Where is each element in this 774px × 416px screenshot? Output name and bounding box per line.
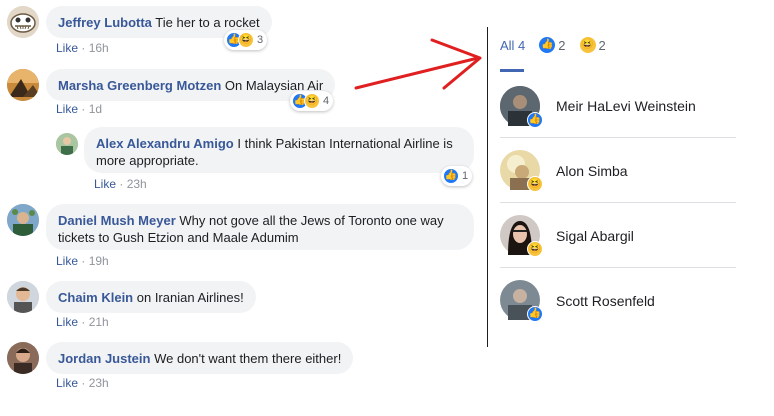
- comment-author[interactable]: Alex Alexandru Amigo: [96, 136, 234, 151]
- comment-author[interactable]: Jordan Justein: [58, 351, 150, 366]
- haha-icon: 😆: [304, 93, 320, 109]
- tab-like[interactable]: 👍 2: [539, 37, 566, 53]
- like-link[interactable]: Like: [56, 254, 78, 268]
- comment-meta: Like · 1d: [56, 102, 102, 116]
- dot-separator: ·: [119, 177, 124, 191]
- timestamp[interactable]: 23h: [89, 376, 109, 390]
- comment-text: Tie her to a rocket: [155, 15, 260, 30]
- dot-separator: ·: [81, 102, 86, 116]
- dot-separator: ·: [81, 254, 86, 268]
- like-icon: 👍: [527, 112, 543, 128]
- comment-author[interactable]: Marsha Greenberg Motzen: [58, 78, 221, 93]
- timestamp[interactable]: 23h: [127, 177, 147, 191]
- comment-text: We don't want them there either!: [154, 351, 342, 366]
- haha-icon: 😆: [238, 32, 254, 48]
- comment-author[interactable]: Jeffrey Lubotta: [58, 15, 152, 30]
- comment-text-line2: tickets to Gush Etzion and Maale Adumim: [58, 230, 299, 245]
- avatar-chaim-klein[interactable]: [7, 281, 39, 313]
- reactor-name[interactable]: Meir HaLevi Weinstein: [556, 98, 696, 114]
- dot-separator: ·: [81, 376, 86, 390]
- timestamp[interactable]: 21h: [89, 315, 109, 329]
- haha-icon: 😆: [579, 37, 596, 53]
- reactor-item[interactable]: 😆 Alon Simba: [500, 138, 736, 203]
- avatar-marsha-greenberg-motzen[interactable]: [7, 69, 39, 101]
- comment-text: I think Pakistan International Airline i…: [237, 136, 453, 151]
- tab-all-label: All 4: [500, 37, 526, 53]
- comment-meta: Like · 21h: [56, 315, 109, 329]
- timestamp[interactable]: 16h: [89, 41, 109, 55]
- comment-meta: Like · 23h: [56, 376, 109, 390]
- comment-reactions[interactable]: 👍 😆 4: [290, 91, 334, 111]
- like-icon: 👍: [539, 37, 556, 53]
- timestamp[interactable]: 1d: [89, 102, 102, 116]
- haha-icon: 😆: [527, 176, 543, 192]
- comment-author[interactable]: Daniel Mush Meyer: [58, 213, 176, 228]
- avatar-daniel-mush-meyer[interactable]: [7, 204, 39, 236]
- tab-haha-count: 2: [598, 37, 606, 53]
- timestamp[interactable]: 19h: [89, 254, 109, 268]
- like-link[interactable]: Like: [94, 177, 116, 191]
- comment-meta: Like · 23h: [94, 177, 147, 191]
- comment-text: on Iranian Airlines!: [136, 290, 244, 305]
- comment-bubble: Jordan Justein We don't want them there …: [46, 342, 354, 374]
- like-link[interactable]: Like: [56, 41, 78, 55]
- tab-like-count: 2: [558, 37, 566, 53]
- annotation-arrow: [354, 38, 482, 90]
- comment-bubble: Daniel Mush Meyer Why not gove all the J…: [46, 204, 474, 250]
- avatar-jeffrey-lubotta[interactable]: [7, 6, 39, 38]
- comment-reactions[interactable]: 👍 😆 3: [224, 30, 268, 50]
- haha-icon: 😆: [527, 241, 543, 257]
- comment-author[interactable]: Chaim Klein: [58, 290, 133, 305]
- tab-haha[interactable]: 😆 2: [579, 37, 606, 53]
- panel-divider: [487, 27, 488, 347]
- dot-separator: ·: [81, 315, 86, 329]
- reaction-count: 4: [323, 95, 330, 107]
- reaction-count: 1: [462, 170, 469, 182]
- comment-text: Why not gove all the Jews of Toronto one…: [179, 213, 444, 228]
- comment-text-line2: more appropriate.: [96, 153, 199, 168]
- comment-bubble: Chaim Klein on Iranian Airlines!: [46, 281, 256, 313]
- comment-meta: Like · 16h: [56, 41, 109, 55]
- tab-all[interactable]: All 4: [500, 38, 525, 53]
- avatar-alex-alexandru-amigo[interactable]: [56, 133, 78, 155]
- comment-meta: Like · 19h: [56, 254, 109, 268]
- like-icon: 👍: [527, 306, 543, 322]
- reactor-item[interactable]: 😆 Sigal Abargil: [500, 203, 736, 268]
- reaction-tabs: All 4 👍 2 😆 2: [500, 37, 620, 53]
- reaction-count: 3: [257, 34, 264, 46]
- like-link[interactable]: Like: [56, 376, 78, 390]
- reactor-item[interactable]: 👍 Meir HaLevi Weinstein: [500, 73, 736, 138]
- reactor-name[interactable]: Sigal Abargil: [556, 228, 634, 244]
- comment-reactions[interactable]: 👍 1: [441, 166, 473, 186]
- active-tab-underline: [500, 69, 524, 72]
- reactor-item[interactable]: 👍 Scott Rosenfeld: [500, 268, 736, 333]
- reactor-name[interactable]: Alon Simba: [556, 163, 628, 179]
- like-link[interactable]: Like: [56, 315, 78, 329]
- avatar-jordan-justein[interactable]: [7, 342, 39, 374]
- like-icon: 👍: [443, 168, 459, 184]
- dot-separator: ·: [81, 41, 86, 55]
- like-link[interactable]: Like: [56, 102, 78, 116]
- comment-bubble: Alex Alexandru Amigo I think Pakistan In…: [84, 127, 474, 173]
- reactor-name[interactable]: Scott Rosenfeld: [556, 293, 655, 309]
